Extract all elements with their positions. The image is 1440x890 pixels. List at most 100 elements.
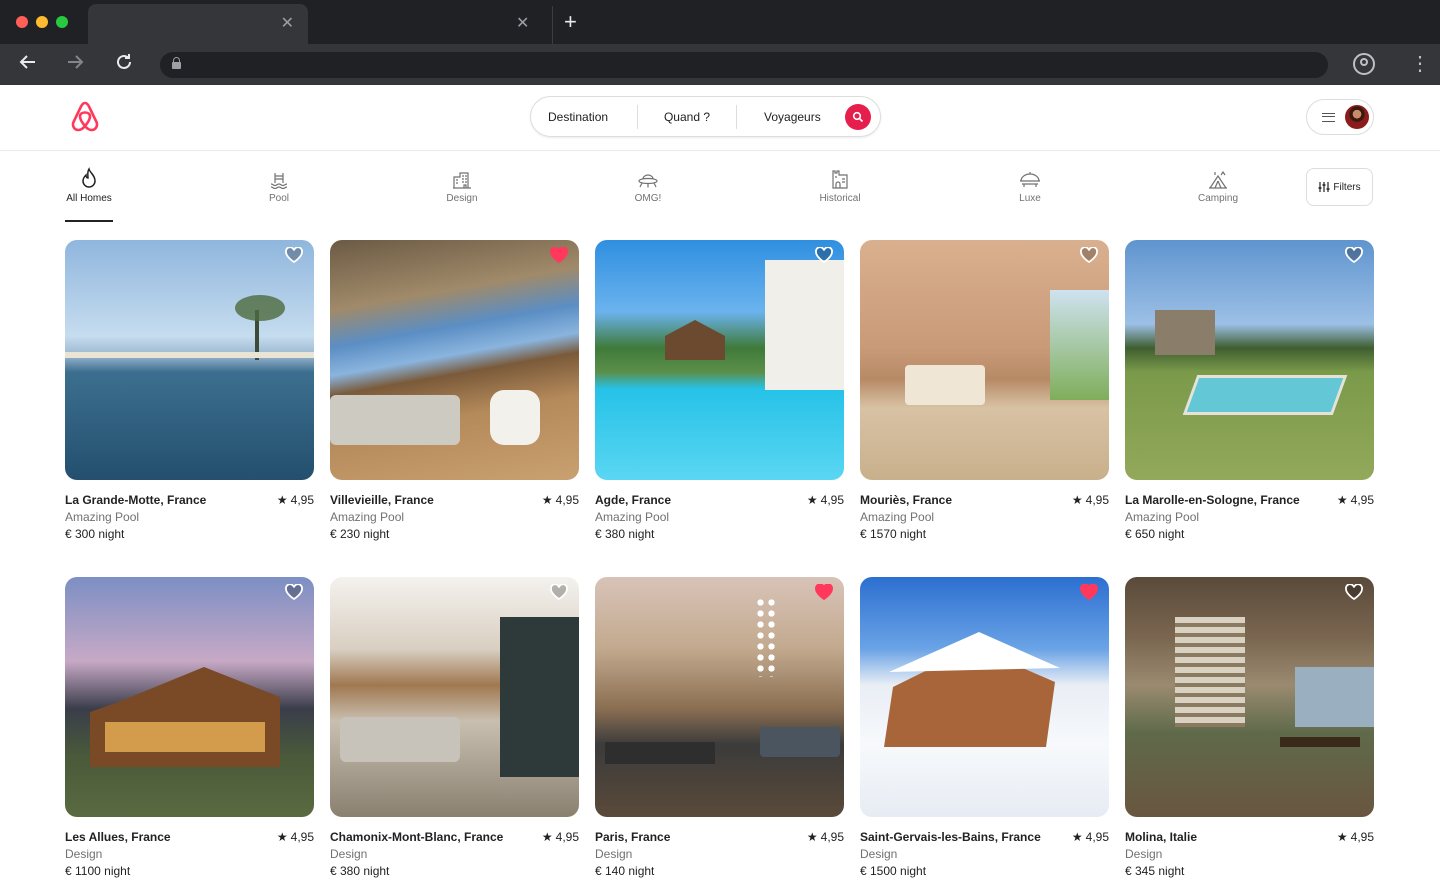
chateau (1155, 310, 1215, 355)
heart-icon[interactable] (1080, 583, 1098, 605)
rating: ★ 4,95 (277, 830, 314, 844)
listing-photo[interactable] (65, 240, 314, 480)
bed (905, 365, 985, 405)
category-pool[interactable]: Pool (259, 167, 299, 204)
rating-value: 4,95 (820, 493, 844, 507)
sofa (330, 395, 460, 445)
filters-button[interactable]: Filters (1306, 168, 1373, 206)
heart-icon[interactable] (1080, 246, 1098, 268)
listing-card[interactable]: La Grande-Motte, France ★ 4,95 Amazing Poo… (65, 240, 314, 542)
listing-card[interactable]: La Marolle-en-Sologne, France ★ 4,95 Amazi… (1125, 240, 1374, 542)
category-label: Camping (1197, 193, 1239, 204)
listing-price: € 380 night (330, 864, 390, 878)
rating: ★ 4,95 (1337, 830, 1374, 844)
back-arrow-icon[interactable] (18, 52, 38, 78)
heart-icon[interactable] (550, 583, 568, 605)
ufo-icon (628, 167, 668, 189)
minimize-window-button[interactable] (36, 16, 48, 28)
listing-photo[interactable] (860, 240, 1109, 480)
reload-icon[interactable] (114, 52, 134, 78)
listing-card[interactable]: Chamonix-Mont-Blanc, France ★ 4,95 Design … (330, 577, 579, 879)
category-omg[interactable]: OMG! (628, 167, 668, 204)
star-icon: ★ (1071, 830, 1083, 844)
rating: ★ 4,95 (542, 830, 579, 844)
listing-type: Amazing Pool (330, 510, 405, 524)
category-design[interactable]: Design (440, 167, 484, 204)
listing-card[interactable]: Mouriès, France ★ 4,95 Amazing Pool € 1570… (860, 240, 1109, 542)
listing-card[interactable]: Paris, France ★ 4,95 Design € 140 night (595, 577, 844, 879)
luxe-icon (1012, 167, 1048, 189)
more-options-icon[interactable]: ⋮ (1410, 52, 1430, 76)
star-icon: ★ (1071, 493, 1083, 507)
listing-title: Agde, France (595, 493, 672, 507)
listing-photo[interactable] (1125, 240, 1374, 480)
listing-card[interactable]: Les Allues, France ★ 4,95 Design € 1100 ni… (65, 577, 314, 879)
listing-price: € 230 night (330, 527, 390, 541)
close-icon[interactable]: ✕ (281, 16, 294, 32)
heart-icon[interactable] (285, 583, 303, 605)
star-icon: ★ (541, 493, 553, 507)
listing-photo[interactable] (65, 577, 314, 817)
close-icon[interactable]: ✕ (516, 16, 529, 32)
heart-icon[interactable] (815, 583, 833, 605)
rating-value: 4,95 (820, 830, 844, 844)
listing-photo[interactable] (330, 577, 579, 817)
listing-photo[interactable] (330, 240, 579, 480)
rating-value: 4,95 (1350, 830, 1374, 844)
airbnb-logo-icon[interactable] (67, 99, 103, 140)
listing-photo[interactable] (1125, 577, 1374, 817)
counter (605, 742, 715, 764)
heart-icon[interactable] (285, 246, 303, 268)
heart-icon[interactable] (815, 246, 833, 268)
destination-field[interactable]: Destination (531, 110, 637, 124)
star-icon: ★ (276, 830, 288, 844)
new-tab-icon[interactable]: + (564, 10, 577, 34)
category-luxe[interactable]: Luxe (1012, 167, 1048, 204)
search-bar[interactable]: Destination Quand ? Voyageurs (530, 96, 881, 137)
listing-type: Design (595, 847, 633, 861)
browser-tab-active[interactable]: ✕ (88, 4, 308, 44)
listing-price: € 1100 night (65, 864, 131, 878)
address-bar[interactable] (160, 52, 1328, 78)
listing-type: Design (1125, 847, 1163, 861)
category-label: Pool (268, 193, 289, 204)
category-camping[interactable]: Camping (1193, 167, 1243, 204)
sofa (340, 717, 460, 762)
star-icon: ★ (1336, 830, 1348, 844)
category-label: All Homes (66, 193, 112, 204)
rating: ★ 4,95 (807, 493, 844, 507)
listing-title: Mouriès, France (860, 493, 953, 507)
listing-price: € 1570 night (860, 527, 927, 541)
user-menu-button[interactable] (1306, 99, 1374, 135)
listing-photo[interactable] (595, 240, 844, 480)
profile-icon[interactable] (1353, 53, 1375, 75)
listing-card[interactable]: Molina, Italie ★ 4,95 Design € 345 night (1125, 577, 1374, 879)
listing-title: La Marolle-en-Sologne, France (1125, 493, 1300, 507)
listing-photo[interactable] (595, 577, 844, 817)
chandelier (755, 597, 777, 677)
heart-icon[interactable] (550, 246, 568, 268)
star-icon: ★ (276, 493, 288, 507)
maximize-window-button[interactable] (56, 16, 68, 28)
snow-roof (889, 632, 1060, 672)
listing-card[interactable]: Villevieille, France ★ 4,95 Amazing Pool €… (330, 240, 579, 542)
building-icon (440, 167, 484, 189)
listing-photo[interactable] (860, 577, 1109, 817)
rating: ★ 4,95 (542, 493, 579, 507)
close-window-button[interactable] (16, 16, 28, 28)
heart-icon[interactable] (1345, 246, 1363, 268)
gazebo (665, 320, 725, 360)
lock-icon (172, 57, 181, 69)
dates-field[interactable]: Quand ? (638, 110, 736, 124)
forward-arrow-icon[interactable] (65, 52, 85, 78)
category-historical[interactable]: Historical (815, 167, 865, 204)
guests-field[interactable]: Voyageurs (737, 110, 847, 124)
listing-card[interactable]: Saint-Gervais-les-Bains, France ★ 4,95 Des… (860, 577, 1109, 879)
search-button[interactable] (845, 104, 871, 130)
chalet (90, 667, 280, 767)
heart-icon[interactable] (1345, 583, 1363, 605)
star-icon: ★ (806, 830, 818, 844)
category-all-homes[interactable]: All Homes (65, 167, 113, 204)
listing-card[interactable]: Agde, France ★ 4,95 Amazing Pool € 380 nig… (595, 240, 844, 542)
listing-type: Amazing Pool (65, 510, 140, 524)
